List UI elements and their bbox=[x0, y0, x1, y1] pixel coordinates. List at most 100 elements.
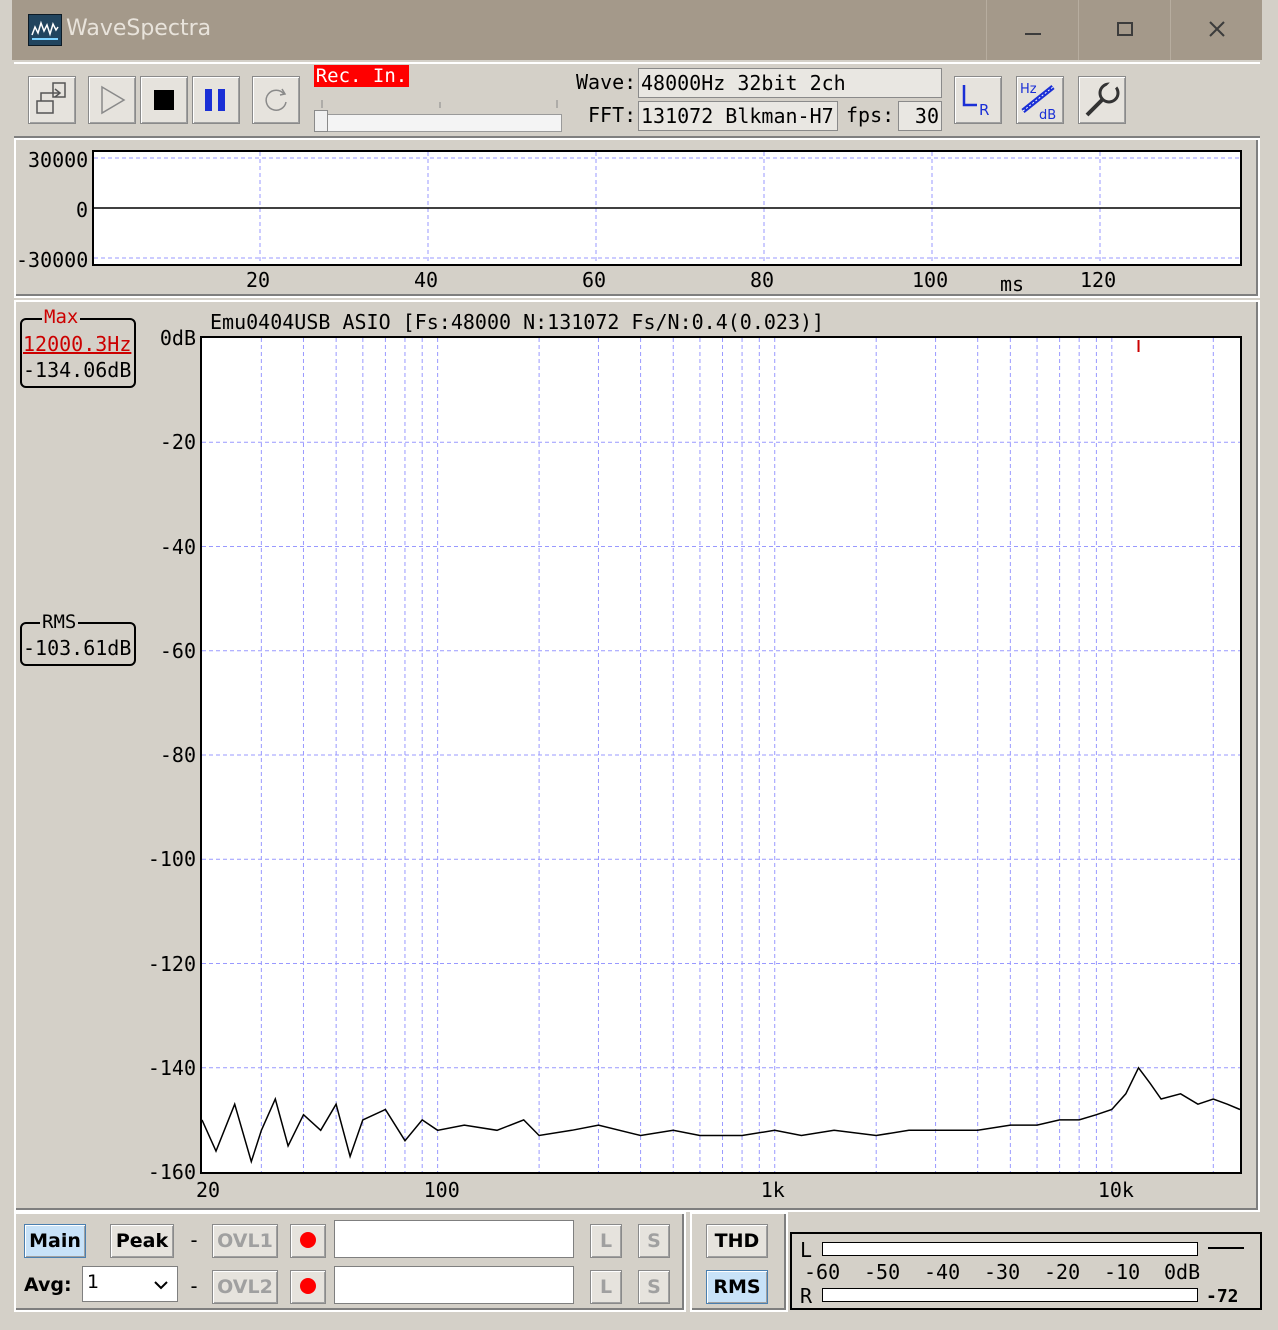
waveform-canvas bbox=[94, 152, 1240, 264]
meter-scale-tick: -10 bbox=[1104, 1260, 1141, 1284]
wave-ytick: -30000 bbox=[16, 248, 89, 272]
waveform-plot[interactable] bbox=[92, 150, 1242, 266]
spectrum-header: Emu0404USB ASIO [Fs:48000 N:131072 Fs/N:… bbox=[210, 310, 825, 334]
settings-button[interactable] bbox=[1078, 76, 1126, 124]
hz-db-icon: Hz dB bbox=[1020, 82, 1056, 123]
meter-l-readout-line bbox=[1208, 1247, 1244, 1249]
separator-dash: - bbox=[188, 1274, 201, 1298]
peak-button[interactable]: Peak bbox=[110, 1224, 174, 1258]
spectrum-ytick: -20 bbox=[159, 430, 196, 455]
spectrum-canvas bbox=[202, 338, 1240, 1172]
meter-l-bar bbox=[822, 1242, 1198, 1256]
hz-db-button[interactable]: Hz dB bbox=[1016, 76, 1064, 124]
meter-l-label: L bbox=[800, 1238, 813, 1262]
app-window: WaveSpectra Rec. In. Wave: 48000Hz 32bit… bbox=[0, 0, 1278, 1330]
position-slider-thumb[interactable] bbox=[314, 110, 328, 132]
ovl1-record-button[interactable] bbox=[290, 1224, 326, 1258]
ovl1-l-button[interactable]: L bbox=[590, 1224, 622, 1258]
lr-button[interactable]: R bbox=[954, 76, 1002, 124]
spectrum-xtick: 20 bbox=[196, 1178, 221, 1202]
wave-format-field: 48000Hz 32bit 2ch bbox=[638, 68, 942, 98]
spectrum-ytick: -40 bbox=[159, 534, 196, 559]
meter-scale-tick: -60 bbox=[804, 1260, 841, 1284]
app-icon bbox=[28, 14, 62, 46]
avg-select[interactable]: 1 bbox=[82, 1266, 178, 1302]
fft-label: FFT: bbox=[588, 103, 637, 127]
meter-r-label: R bbox=[800, 1284, 813, 1308]
window-title: WaveSpectra bbox=[66, 16, 212, 41]
spectrum-ytick: -100 bbox=[147, 847, 196, 872]
thd-button[interactable]: THD bbox=[706, 1224, 768, 1258]
fps-label: fps: bbox=[846, 103, 895, 127]
ovl2-button[interactable]: OVL2 bbox=[212, 1270, 278, 1304]
minimize-button[interactable] bbox=[986, 0, 1079, 60]
spectrum-xtick: 100 bbox=[423, 1178, 460, 1202]
settings-wrench-icon bbox=[1085, 79, 1120, 117]
stop-icon bbox=[154, 90, 174, 110]
meter-scale-tick: -30 bbox=[984, 1260, 1021, 1284]
spectrum-ytick: 0dB bbox=[159, 326, 196, 350]
svg-text:dB: dB bbox=[1039, 108, 1056, 123]
level-meter: L -60 -50 -40 -30 -20 -10 0dB R -72 bbox=[790, 1232, 1262, 1310]
wave-xunit: ms bbox=[1000, 272, 1025, 296]
maximize-icon bbox=[1117, 22, 1133, 36]
stop-button[interactable] bbox=[140, 76, 188, 124]
spectrum-xtick: 1k bbox=[760, 1178, 785, 1202]
spectrum-xtick: 10k bbox=[1097, 1178, 1134, 1202]
fps-field[interactable]: 30 bbox=[898, 101, 942, 131]
avg-label: Avg: bbox=[24, 1274, 72, 1296]
record-dot-icon bbox=[300, 1232, 316, 1248]
ovl1-s-button[interactable]: S bbox=[638, 1224, 670, 1258]
max-label: Max bbox=[42, 306, 81, 328]
wave-xtick: 100 bbox=[912, 268, 949, 292]
ovl1-name-input[interactable] bbox=[334, 1220, 574, 1258]
svg-text:Hz: Hz bbox=[1020, 82, 1037, 97]
open-button[interactable] bbox=[28, 76, 76, 124]
rms-level: -103.61dB bbox=[23, 636, 132, 660]
wave-ytick: 30000 bbox=[28, 148, 89, 172]
minimize-icon bbox=[1025, 33, 1041, 35]
meter-scale-tick: -40 bbox=[924, 1260, 961, 1284]
rms-button[interactable]: RMS bbox=[706, 1270, 768, 1304]
spectrum-ytick: -140 bbox=[147, 1055, 196, 1080]
record-dot-icon bbox=[300, 1278, 316, 1294]
position-slider[interactable] bbox=[320, 114, 562, 132]
max-level: -134.06dB bbox=[23, 358, 132, 382]
play-icon bbox=[101, 85, 126, 115]
ovl2-l-button[interactable]: L bbox=[590, 1270, 622, 1304]
meter-r-bar bbox=[822, 1288, 1198, 1302]
meter-scale-tick: -20 bbox=[1044, 1260, 1081, 1284]
ovl2-name-input[interactable] bbox=[334, 1266, 574, 1304]
play-button[interactable] bbox=[88, 76, 136, 124]
wave-ytick: 0 bbox=[76, 198, 89, 222]
meter-r-readout: -72 bbox=[1206, 1286, 1239, 1307]
ovl1-button[interactable]: OVL1 bbox=[212, 1224, 278, 1258]
repeat-icon bbox=[265, 88, 287, 111]
svg-text:R: R bbox=[979, 101, 989, 119]
open-icon bbox=[36, 82, 66, 114]
rms-label: RMS bbox=[40, 611, 79, 633]
close-icon bbox=[1209, 21, 1225, 37]
wave-xtick: 80 bbox=[750, 268, 775, 292]
spectrum-ytick: -160 bbox=[147, 1160, 196, 1184]
maximize-button[interactable] bbox=[1078, 0, 1171, 60]
spectrum-ytick: -120 bbox=[147, 951, 196, 976]
fft-settings-field[interactable]: 131072 Blkman-H7 bbox=[638, 101, 838, 131]
wave-xtick: 60 bbox=[582, 268, 607, 292]
ovl2-record-button[interactable] bbox=[290, 1270, 326, 1304]
ovl2-s-button[interactable]: S bbox=[638, 1270, 670, 1304]
spectrum-plot[interactable] bbox=[200, 336, 1242, 1174]
repeat-button[interactable] bbox=[252, 76, 300, 124]
spectrum-ytick: -60 bbox=[159, 638, 196, 663]
slider-ticks bbox=[321, 100, 558, 108]
wave-xtick: 40 bbox=[414, 268, 439, 292]
close-button[interactable] bbox=[1170, 0, 1263, 60]
main-button[interactable]: Main bbox=[24, 1224, 86, 1258]
wave-xtick: 20 bbox=[246, 268, 271, 292]
pause-button[interactable] bbox=[192, 76, 240, 124]
status-rec-in: Rec. In. bbox=[314, 65, 409, 87]
avg-select-value: 1 bbox=[87, 1271, 100, 1293]
meter-scale-tick: 0dB bbox=[1164, 1260, 1201, 1284]
chevron-down-icon bbox=[154, 1281, 168, 1290]
pause-icon bbox=[205, 89, 225, 111]
